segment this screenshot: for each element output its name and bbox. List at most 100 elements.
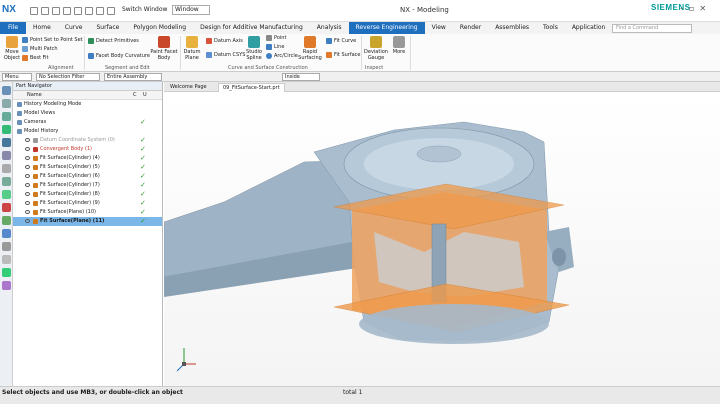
column-u[interactable]: U xyxy=(143,91,147,100)
move-object-button[interactable]: Move Object xyxy=(3,36,21,61)
datum-plane-button[interactable]: Datum Plane xyxy=(183,36,201,61)
reuse-library-icon[interactable] xyxy=(2,125,11,134)
navigator-row[interactable]: Fit Surface(Cylinder) (4) ✓ xyxy=(13,154,162,163)
web-browser-icon[interactable] xyxy=(2,190,11,199)
cut-icon[interactable] xyxy=(63,7,71,15)
snap-dropdown[interactable]: Inside xyxy=(282,73,320,81)
tab-assemblies[interactable]: Assemblies xyxy=(488,22,536,34)
datum-csys-button[interactable]: Datum CSYS xyxy=(206,52,245,58)
tab-welcome-page[interactable]: Welcome Page xyxy=(166,83,211,92)
save-icon[interactable] xyxy=(30,7,38,15)
paste-icon[interactable] xyxy=(85,7,93,15)
add-ons-icon[interactable] xyxy=(2,281,11,290)
navigator-row[interactable]: Model History xyxy=(13,127,162,136)
tab-surface[interactable]: Surface xyxy=(89,22,126,34)
tab-analysis[interactable]: Analysis xyxy=(310,22,349,34)
navigator-row[interactable]: Datum Coordinate System (0) ✓ xyxy=(13,136,162,145)
navigator-row[interactable]: Fit Surface(Cylinder) (7) ✓ xyxy=(13,181,162,190)
minimize-icon[interactable]: – xyxy=(680,4,684,13)
tab-reverse-engineering[interactable]: Reverse Engineering xyxy=(348,22,425,34)
visibility-icon[interactable] xyxy=(25,192,30,196)
visibility-icon[interactable] xyxy=(25,201,30,205)
visibility-icon[interactable] xyxy=(25,174,30,178)
tab-file[interactable]: File xyxy=(0,22,27,34)
touch-mode-icon[interactable] xyxy=(107,7,115,15)
extra-icon[interactable] xyxy=(2,255,11,264)
menu-dropdown[interactable]: Menu xyxy=(2,73,32,81)
navigator-row[interactable]: Fit Surface(Plane) (11) ✓ xyxy=(13,217,162,226)
arc-circle-button[interactable]: Arc/Circle xyxy=(266,53,298,59)
assembly-navigator-icon[interactable] xyxy=(2,99,11,108)
tab-render[interactable]: Render xyxy=(453,22,488,34)
tab-part-file[interactable]: 09_FitSurface-Start.prt xyxy=(218,83,285,92)
visibility-icon[interactable] xyxy=(25,156,30,160)
selection-scope-dropdown[interactable]: Entire Assembly xyxy=(104,73,162,81)
palette-icon[interactable] xyxy=(2,216,11,225)
graphics-window[interactable]: Welcome Page 09_FitSurface-Start.prt xyxy=(164,82,720,386)
settings-icon[interactable] xyxy=(2,242,11,251)
deviation-gauge-button[interactable]: Deviation Gauge xyxy=(364,36,388,61)
line-button[interactable]: Line xyxy=(266,44,284,50)
repeat-icon[interactable] xyxy=(96,7,104,15)
switch-window-button[interactable]: Switch Window xyxy=(122,6,167,13)
navigator-row[interactable]: Model Views xyxy=(13,109,162,118)
studio-spline-button[interactable]: Studio Spline xyxy=(243,36,265,61)
tab-polygon-modeling[interactable]: Polygon Modeling xyxy=(126,22,193,34)
copy-icon[interactable] xyxy=(74,7,82,15)
column-name[interactable]: Name xyxy=(27,91,42,100)
detect-primitives-button[interactable]: Detect Primitives xyxy=(88,38,139,44)
part-navigator-icon[interactable] xyxy=(2,86,11,95)
tab-application[interactable]: Application xyxy=(565,22,613,34)
multi-patch-icon xyxy=(22,46,28,52)
navigator-row[interactable]: Fit Surface(Cylinder) (6) ✓ xyxy=(13,172,162,181)
navigator-row[interactable]: History Modeling Mode xyxy=(13,100,162,109)
navigator-row-label: Model Views xyxy=(24,110,56,116)
undo-icon[interactable] xyxy=(41,7,49,15)
visibility-icon[interactable] xyxy=(25,219,30,223)
close-icon[interactable]: ✕ xyxy=(699,4,706,13)
tools-icon[interactable] xyxy=(2,268,11,277)
paint-facet-body-button[interactable]: Paint Facet Body xyxy=(150,36,178,61)
tab-design-for-additive-manufacturing[interactable]: Design for Additive Manufacturing xyxy=(193,22,310,34)
roles-icon[interactable] xyxy=(2,164,11,173)
navigator-row[interactable]: Cameras ✓ xyxy=(13,118,162,127)
tab-home[interactable]: Home xyxy=(26,22,58,34)
datum-axis-button[interactable]: Datum Axis xyxy=(206,38,243,44)
best-fit-button[interactable]: Best Fit xyxy=(22,55,49,61)
more-button[interactable]: More xyxy=(391,36,407,55)
point-button[interactable]: Point xyxy=(266,35,286,41)
system-materials-icon[interactable] xyxy=(2,177,11,186)
visibility-icon[interactable] xyxy=(25,147,30,151)
visibility-icon[interactable] xyxy=(25,138,30,142)
navigator-row[interactable]: Fit Surface(Cylinder) (5) ✓ xyxy=(13,163,162,172)
journal-icon[interactable] xyxy=(2,203,11,212)
visibility-icon[interactable] xyxy=(25,210,30,214)
facet-body-curvature-button[interactable]: Facet Body Curvature xyxy=(88,53,150,59)
redo-icon[interactable] xyxy=(52,7,60,15)
navigator-row[interactable]: Fit Surface(Plane) (10) ✓ xyxy=(13,208,162,217)
tab-curve[interactable]: Curve xyxy=(58,22,90,34)
command-search-input[interactable]: Find a Command xyxy=(612,24,692,33)
navigator-row[interactable]: Fit Surface(Cylinder) (9) ✓ xyxy=(13,199,162,208)
constraint-navigator-icon[interactable] xyxy=(2,112,11,121)
multi-patch-button[interactable]: Multi Patch xyxy=(22,46,58,52)
navigator-row[interactable]: Convergent Body (1) ✓ xyxy=(13,145,162,154)
visibility-icon[interactable] xyxy=(25,165,30,169)
rapid-surfacing-button[interactable]: Rapid Surfacing xyxy=(297,36,323,61)
restore-icon[interactable]: ▫ xyxy=(689,4,694,13)
fit-curve-button[interactable]: Fit Curve xyxy=(326,38,356,44)
navigator-row[interactable]: Fit Surface(Cylinder) (8) ✓ xyxy=(13,190,162,199)
model-view[interactable] xyxy=(164,92,720,386)
visibility-icon[interactable] xyxy=(25,183,30,187)
history-icon[interactable] xyxy=(2,138,11,147)
selection-filter-dropdown[interactable]: No Selection Filter xyxy=(36,73,100,81)
process-studio-icon[interactable] xyxy=(2,151,11,160)
analysis-icon[interactable] xyxy=(2,229,11,238)
point-set-button[interactable]: Point Set to Point Set xyxy=(22,37,83,43)
feature-icon xyxy=(33,147,38,152)
column-c[interactable]: C xyxy=(133,91,137,100)
window-dropdown[interactable]: Window xyxy=(172,5,210,15)
tab-tools[interactable]: Tools xyxy=(536,22,565,34)
tab-view[interactable]: View xyxy=(425,22,453,34)
fit-surface-button[interactable]: Fit Surface xyxy=(326,52,361,58)
